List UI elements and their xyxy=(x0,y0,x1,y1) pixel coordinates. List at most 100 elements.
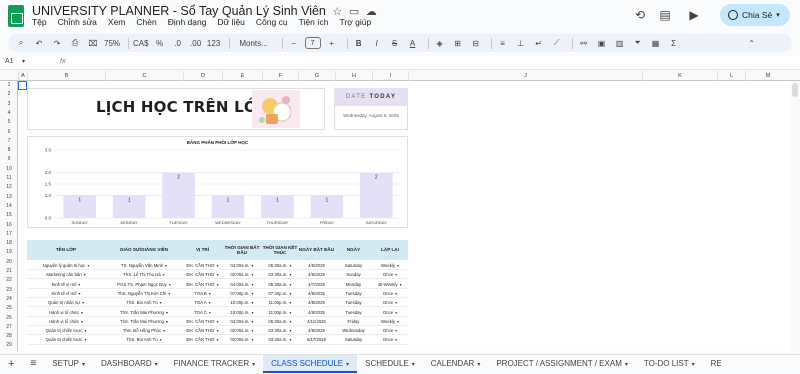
table-cell[interactable]: 05:30a.m. xyxy=(262,263,298,268)
table-cell[interactable]: Sunday xyxy=(335,272,372,277)
insert-chart-icon[interactable]: ▥ xyxy=(613,39,627,48)
menu-item[interactable]: Công cụ xyxy=(256,17,288,27)
table-cell[interactable]: ThS. Trần Mai Phương xyxy=(105,310,183,315)
row-header[interactable]: 15 xyxy=(0,212,18,218)
table-cell[interactable]: Once xyxy=(372,328,408,333)
sheets-logo-icon[interactable] xyxy=(8,5,24,27)
history-icon[interactable]: ⟲ xyxy=(632,7,648,23)
table-cell[interactable]: 03:30a.m. xyxy=(262,272,298,277)
sheet-tab[interactable]: SCHEDULE ▾ xyxy=(357,355,423,373)
table-cell[interactable]: Nguyên lý quản trị học xyxy=(27,263,105,268)
table-cell[interactable]: TS. Nguyễn Văn Minh xyxy=(105,263,183,268)
table-cell[interactable]: Hành vi tổ chức xyxy=(27,310,105,315)
table-cell[interactable]: Monday xyxy=(335,282,372,287)
table-cell[interactable]: Bi-Weekly xyxy=(372,282,408,287)
row-header[interactable]: 11 xyxy=(0,175,18,181)
tab-menu-icon[interactable]: ▾ xyxy=(155,362,158,368)
row-header[interactable]: 6 xyxy=(0,129,18,135)
table-cell[interactable]: 04:00a.m. xyxy=(222,263,262,268)
menu-item[interactable]: Chỉnh sửa xyxy=(58,17,97,27)
all-sheets-icon[interactable]: ≡ xyxy=(22,355,44,373)
table-cell[interactable]: 11:00p.m. xyxy=(262,310,298,315)
row-header[interactable]: 8 xyxy=(0,147,18,153)
table-cell[interactable]: 07:00p.m. xyxy=(222,291,262,296)
table-cell[interactable]: 05:30a.m. xyxy=(262,282,298,287)
column-header[interactable]: F xyxy=(262,71,298,81)
column-header[interactable]: L xyxy=(717,71,745,81)
sheet-tab[interactable]: CLASS SCHEDULE ▾ xyxy=(263,354,358,373)
row-header[interactable]: 26 xyxy=(0,315,18,321)
tab-menu-icon[interactable]: ▾ xyxy=(412,362,415,368)
fill-color-icon[interactable]: ◈ xyxy=(433,39,447,48)
table-cell[interactable]: 11:00p.m. xyxy=(262,300,298,305)
table-cell[interactable]: ThS. Nguyễn Thị Kim Chi xyxy=(105,291,183,296)
row-header[interactable]: 17 xyxy=(0,231,18,237)
table-row[interactable]: Kinh tế vi môPGS.TS. Phạm Ngọc DuyĐH. CẦ… xyxy=(27,280,408,289)
row-header[interactable]: 21 xyxy=(0,268,18,274)
table-cell[interactable]: 02:00a.m. xyxy=(222,272,262,277)
tab-menu-icon[interactable]: ▾ xyxy=(477,362,480,368)
column-header[interactable]: B xyxy=(27,71,105,81)
table-cell[interactable]: 05:30a.m. xyxy=(262,319,298,324)
menu-item[interactable]: Trợ giúp xyxy=(340,17,372,27)
row-header[interactable]: 18 xyxy=(0,240,18,246)
table-cell[interactable]: Kinh tế vĩ mô xyxy=(27,291,105,296)
table-cell[interactable]: ĐH. CẦN THƠ xyxy=(183,328,222,333)
table-cell[interactable]: ĐH. CẦN THƠ xyxy=(183,337,222,342)
tab-menu-icon[interactable]: ▾ xyxy=(346,362,349,368)
table-cell[interactable]: 4/6/2025 xyxy=(298,272,335,277)
table-cell[interactable]: ThS. Lê Thị Thu Hà xyxy=(105,272,183,277)
menu-item[interactable]: Chèn xyxy=(136,17,156,27)
table-cell[interactable]: Friday xyxy=(335,319,372,324)
comments-icon[interactable]: ▤ xyxy=(657,7,673,23)
row-header[interactable]: 16 xyxy=(0,222,18,228)
tab-menu-icon[interactable]: ▾ xyxy=(625,362,628,368)
table-cell[interactable]: 10:00p.m. xyxy=(222,300,262,305)
sheet-tab[interactable]: FINANCE TRACKER ▾ xyxy=(166,355,263,373)
document-title[interactable]: UNIVERSITY PLANNER - Sổ Tay Quản Lý Sinh… xyxy=(32,4,377,18)
table-cell[interactable]: ĐH. CẦN THƠ xyxy=(183,282,222,287)
table-cell[interactable]: 04:00a.m. xyxy=(222,282,262,287)
row-header[interactable]: 29 xyxy=(0,342,18,348)
column-header[interactable]: D xyxy=(183,71,222,81)
column-header[interactable]: E xyxy=(222,71,262,81)
menu-item[interactable]: Tệp xyxy=(32,17,47,27)
vertical-scrollbar[interactable] xyxy=(790,81,800,351)
paint-format-icon[interactable]: ⌧ xyxy=(86,39,100,48)
table-row[interactable]: Marketing căn bảnThS. Lê Thị Thu HàĐH. C… xyxy=(27,270,408,280)
table-cell[interactable]: TOA B xyxy=(183,291,222,296)
more-formats-button[interactable]: 123 xyxy=(207,39,221,48)
table-cell[interactable]: Wednesday xyxy=(335,328,372,333)
row-header[interactable]: 12 xyxy=(0,184,18,190)
table-cell[interactable]: ĐH. CẦN THƠ xyxy=(183,263,222,268)
increase-decimal-button[interactable]: .00 xyxy=(189,39,203,48)
table-cell[interactable]: 02:00a.m. xyxy=(222,337,262,342)
row-header[interactable]: 3 xyxy=(0,101,18,107)
table-cell[interactable]: ThS. Đỗ Hồng Phúc xyxy=(105,328,183,333)
table-cell[interactable]: TOA C xyxy=(183,310,222,315)
functions-icon[interactable]: Σ xyxy=(667,39,681,48)
column-header[interactable]: H xyxy=(335,71,372,81)
table-cell[interactable]: 02:00a.m. xyxy=(222,328,262,333)
tab-menu-icon[interactable]: ▾ xyxy=(252,362,255,368)
increase-font-size-icon[interactable]: + xyxy=(325,39,339,48)
table-cell[interactable]: 10:00p.m. xyxy=(222,310,262,315)
row-header[interactable]: 28 xyxy=(0,333,18,339)
text-wrap-icon[interactable]: ↵ xyxy=(532,39,546,48)
decrease-decimal-button[interactable]: .0 xyxy=(171,39,185,48)
menu-item[interactable]: Xem xyxy=(108,17,125,27)
table-row[interactable]: Nguyên lý quản trị họcTS. Nguyễn Văn Min… xyxy=(27,261,408,271)
row-header[interactable]: 2 xyxy=(0,91,18,97)
italic-button[interactable]: I xyxy=(370,39,384,48)
redo-icon[interactable]: ↷ xyxy=(50,39,64,48)
table-cell[interactable]: Once xyxy=(372,300,408,305)
table-cell[interactable]: Once xyxy=(372,291,408,296)
selected-cell-a1[interactable] xyxy=(18,81,27,90)
table-cell[interactable]: Saturday xyxy=(335,263,372,268)
row-header[interactable]: 20 xyxy=(0,259,18,265)
table-cell[interactable]: 4/8/2025 xyxy=(298,300,335,305)
name-box-dropdown-icon[interactable]: ▾ xyxy=(22,58,25,65)
tab-menu-icon[interactable]: ▾ xyxy=(82,362,85,368)
table-cell[interactable]: Once xyxy=(372,337,408,342)
row-header[interactable]: 5 xyxy=(0,119,18,125)
